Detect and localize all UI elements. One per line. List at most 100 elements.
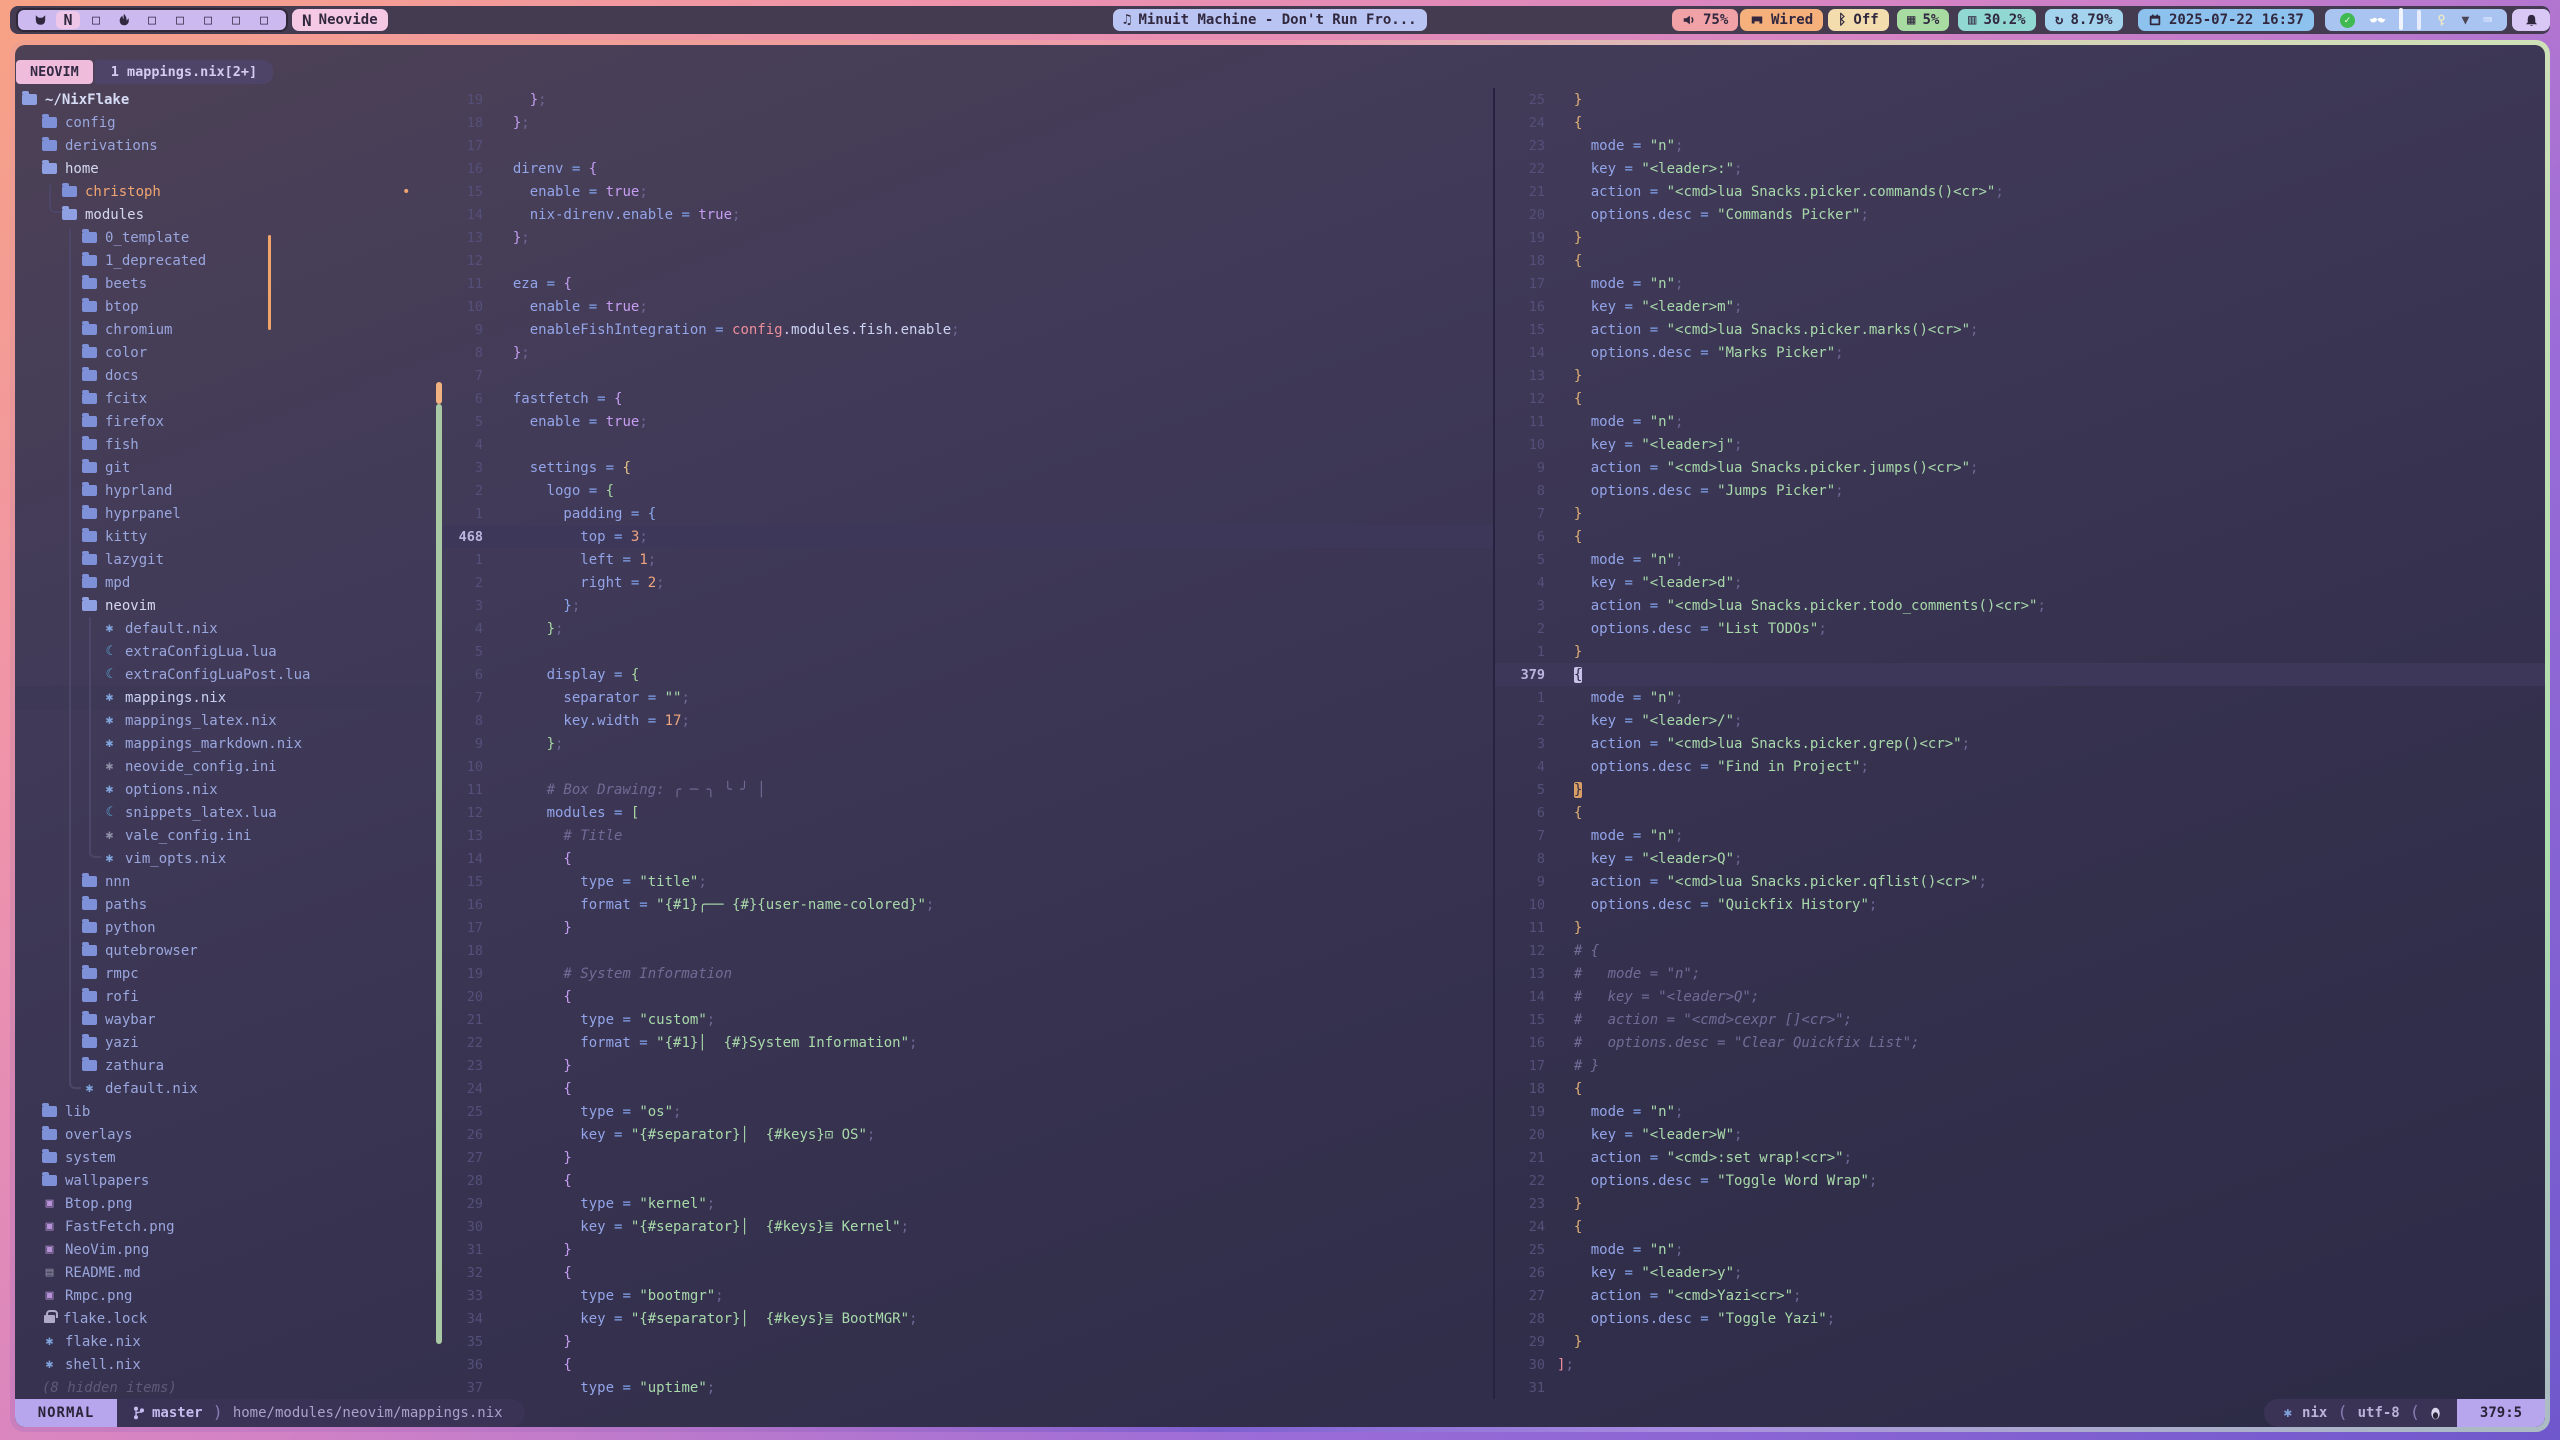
code-line[interactable]: 23 }	[443, 1054, 1493, 1077]
code-line[interactable]: 4 key = "<leader>d";	[1495, 571, 2545, 594]
code-line[interactable]: 8 options.desc = "Jumps Picker";	[1495, 479, 2545, 502]
code-line[interactable]: 6 fastfetch = {	[443, 387, 1493, 410]
code-line[interactable]: 18	[443, 939, 1493, 962]
code-line[interactable]: 4	[443, 433, 1493, 456]
code-line[interactable]: 3 action = "<cmd>lua Snacks.picker.grep(…	[1495, 732, 2545, 755]
tree-item-overlays[interactable]: overlays	[15, 1123, 443, 1146]
tree-item-Rmpc.png[interactable]: ▣Rmpc.png	[15, 1284, 443, 1307]
code-line[interactable]: 13 };	[443, 226, 1493, 249]
tree-item-README.md[interactable]: ▤README.md	[15, 1261, 443, 1284]
funnel-icon[interactable]: ▼	[2462, 12, 2470, 28]
code-line[interactable]: 27 action = "<cmd>Yazi<cr>";	[1495, 1284, 2545, 1307]
code-line[interactable]: 7 separator = "";	[443, 686, 1493, 709]
code-line[interactable]: 30 key = "{#separator}│ {#keys}≣ Kernel"…	[443, 1215, 1493, 1238]
code-line[interactable]: 6 {	[1495, 801, 2545, 824]
code-line[interactable]: 11 mode = "n";	[1495, 410, 2545, 433]
code-line-current[interactable]: 379 {	[1495, 663, 2545, 686]
tree-item-christoph[interactable]: christoph•	[15, 180, 443, 203]
network-widget[interactable]: Wired	[1740, 9, 1823, 31]
tree-item-wallpapers[interactable]: wallpapers	[15, 1169, 443, 1192]
code-line[interactable]: 1 }	[1495, 640, 2545, 663]
tree-item-NeoVim.png[interactable]: ▣NeoVim.png	[15, 1238, 443, 1261]
check-icon[interactable]: ✓	[2340, 13, 2355, 28]
code-line[interactable]: 30];	[1495, 1353, 2545, 1376]
code-line[interactable]: 31 }	[443, 1238, 1493, 1261]
code-line[interactable]: 19 };	[443, 88, 1493, 111]
code-line[interactable]: 28 options.desc = "Toggle Yazi";	[1495, 1307, 2545, 1330]
tree-item-flake.nix[interactable]: ✱flake.nix	[15, 1330, 443, 1353]
code-line[interactable]: 25 mode = "n";	[1495, 1238, 2545, 1261]
code-line[interactable]: 9 action = "<cmd>lua Snacks.picker.jumps…	[1495, 456, 2545, 479]
code-line[interactable]: 3 };	[443, 594, 1493, 617]
key-icon[interactable]	[2435, 14, 2448, 27]
workspace-6-square[interactable]: □	[168, 11, 192, 29]
tree-item-config[interactable]: config	[15, 111, 443, 134]
workspace-switcher[interactable]: N□□□□□□	[16, 8, 288, 32]
code-line[interactable]: 11 }	[1495, 916, 2545, 939]
editor-pane-right[interactable]: 25 }24 {23 mode = "n";22 key = "<leader>…	[1495, 88, 2545, 1399]
workspace-7-square[interactable]: □	[196, 11, 220, 29]
code-line[interactable]: 15 enable = true;	[443, 180, 1493, 203]
code-line[interactable]: 22 options.desc = "Toggle Word Wrap";	[1495, 1169, 2545, 1192]
code-line[interactable]: 7 }	[1495, 502, 2545, 525]
code-line[interactable]: 6 display = {	[443, 663, 1493, 686]
code-line[interactable]: 9 enableFishIntegration = config.modules…	[443, 318, 1493, 341]
notifications-button[interactable]	[2512, 9, 2550, 31]
phone-icon[interactable]	[2417, 12, 2421, 28]
code-line[interactable]: 7	[443, 364, 1493, 387]
workspace-1-cat[interactable]	[28, 11, 52, 29]
tree-item-FastFetch.png[interactable]: ▣FastFetch.png	[15, 1215, 443, 1238]
code-line[interactable]: 5 mode = "n";	[1495, 548, 2545, 571]
code-line[interactable]: 9 };	[443, 732, 1493, 755]
code-line[interactable]: 12 # {	[1495, 939, 2545, 962]
code-line[interactable]: 9 action = "<cmd>lua Snacks.picker.qflis…	[1495, 870, 2545, 893]
tab-mappings-nix[interactable]: 1 mappings.nix[2+]	[95, 60, 273, 84]
code-line[interactable]: 22 format = "{#1}│ {#}System Information…	[443, 1031, 1493, 1054]
keyboard-icon[interactable]: ⌨	[2483, 11, 2492, 29]
code-line[interactable]: 15 type = "title";	[443, 870, 1493, 893]
code-line[interactable]: 17	[443, 134, 1493, 157]
code-line[interactable]: 21 action = "<cmd>lua Snacks.picker.comm…	[1495, 180, 2545, 203]
code-line[interactable]: 1 left = 1;	[443, 548, 1493, 571]
code-line[interactable]: 24 {	[443, 1077, 1493, 1100]
code-line[interactable]: 15 action = "<cmd>lua Snacks.picker.mark…	[1495, 318, 2545, 341]
code-line[interactable]: 23 mode = "n";	[1495, 134, 2545, 157]
code-line-current[interactable]: 468 top = 3;	[443, 525, 1493, 548]
code-line[interactable]: 20 {	[443, 985, 1493, 1008]
tree-scrollbar-mark[interactable]	[436, 382, 442, 404]
code-line[interactable]: 20 options.desc = "Commands Picker";	[1495, 203, 2545, 226]
code-line[interactable]: 23 }	[1495, 1192, 2545, 1215]
tree-item-home[interactable]: home	[15, 157, 443, 180]
code-line[interactable]: 19 mode = "n";	[1495, 1100, 2545, 1123]
code-line[interactable]: 35 }	[443, 1330, 1493, 1353]
code-line[interactable]: 27 }	[443, 1146, 1493, 1169]
bluetooth-widget[interactable]: ᛒ Off	[1828, 9, 1889, 31]
code-line[interactable]: 5 }	[1495, 778, 2545, 801]
code-line[interactable]: 6 {	[1495, 525, 2545, 548]
code-line[interactable]: 25 }	[1495, 88, 2545, 111]
code-line[interactable]: 32 {	[443, 1261, 1493, 1284]
code-line[interactable]: 2 key = "<leader>/";	[1495, 709, 2545, 732]
code-line[interactable]: 10	[443, 755, 1493, 778]
memory-widget[interactable]: ▥ 30.2%	[1958, 9, 2036, 31]
tree-item-shell.nix[interactable]: ✱shell.nix	[15, 1353, 443, 1376]
code-line[interactable]: 16 # options.desc = "Clear Quickfix List…	[1495, 1031, 2545, 1054]
code-line[interactable]: 13 }	[1495, 364, 2545, 387]
code-line[interactable]: 17 mode = "n";	[1495, 272, 2545, 295]
music-widget[interactable]: ♫ Minuit Machine - Don't Run Fro...	[1113, 9, 1427, 31]
code-line[interactable]: 14 {	[443, 847, 1493, 870]
tree-item-NixFlake[interactable]: ~/NixFlake	[15, 88, 443, 111]
tree-item-modules[interactable]: modules	[15, 203, 443, 226]
disk-widget[interactable]: ↻ 8.79%	[2045, 9, 2123, 31]
code-line[interactable]: 8 };	[443, 341, 1493, 364]
window-icon[interactable]	[2399, 12, 2403, 28]
code-line[interactable]: 18 };	[443, 111, 1493, 134]
editor-pane-left[interactable]: 19 };18 };1716 direnv = {15 enable = tru…	[443, 88, 1493, 1399]
workspace-4-flame[interactable]	[112, 11, 136, 29]
code-line[interactable]: 1 mode = "n";	[1495, 686, 2545, 709]
code-line[interactable]: 24 {	[1495, 111, 2545, 134]
code-line[interactable]: 3 action = "<cmd>lua Snacks.picker.todo_…	[1495, 594, 2545, 617]
code-line[interactable]: 31	[1495, 1376, 2545, 1399]
workspace-2-nvim-active[interactable]: N	[56, 11, 80, 29]
code-line[interactable]: 4 options.desc = "Find in Project";	[1495, 755, 2545, 778]
